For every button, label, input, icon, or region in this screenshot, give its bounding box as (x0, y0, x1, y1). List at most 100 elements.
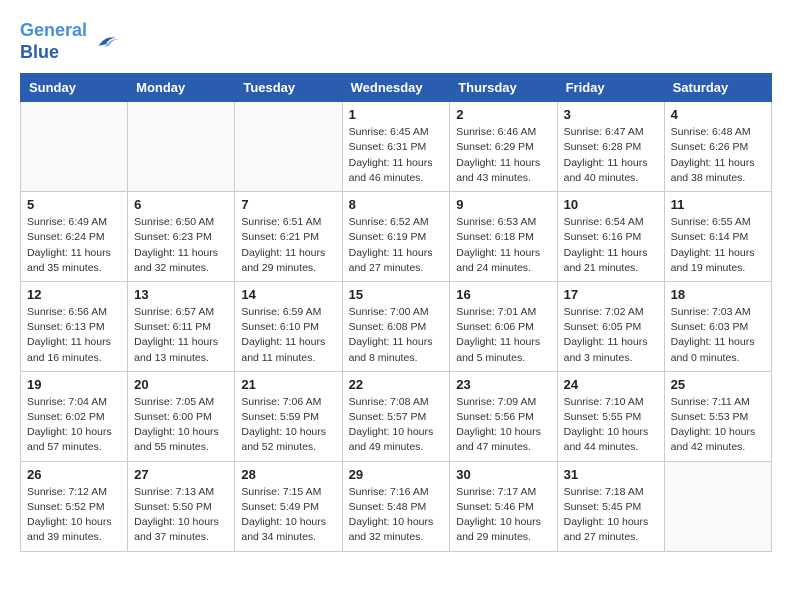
day-info: Sunrise: 6:48 AM Sunset: 6:26 PM Dayligh… (671, 125, 765, 186)
calendar-cell: 26 Sunrise: 7:12 AM Sunset: 5:52 PM Dayli… (21, 461, 128, 551)
calendar-cell: 12 Sunrise: 6:56 AM Sunset: 6:13 PM Dayli… (21, 281, 128, 371)
calendar-cell (128, 102, 235, 192)
calendar-cell: 20Sunrise: 7:05 AM Sunset: 6:00 PM Dayli… (128, 371, 235, 461)
calendar-cell: 27 Sunrise: 7:13 AM Sunset: 5:50 PM Dayli… (128, 461, 235, 551)
day-number: 5 (27, 197, 121, 212)
day-number: 14 (241, 287, 335, 302)
calendar-cell: 18 Sunrise: 7:03 AM Sunset: 6:03 PM Dayli… (664, 281, 771, 371)
day-info: Sunrise: 7:06 AM Sunset: 5:59 PM Dayligh… (241, 395, 335, 456)
day-number: 8 (349, 197, 444, 212)
day-number: 11 (671, 197, 765, 212)
weekday-header-thursday: Thursday (450, 74, 557, 102)
day-number: 3 (564, 107, 658, 122)
calendar-cell: 14 Sunrise: 6:59 AM Sunset: 6:10 PM Dayli… (235, 281, 342, 371)
day-number: 6 (134, 197, 228, 212)
day-number: 25 (671, 377, 765, 392)
weekday-header-tuesday: Tuesday (235, 74, 342, 102)
day-number: 31 (564, 467, 658, 482)
day-info: Sunrise: 6:57 AM Sunset: 6:11 PM Dayligh… (134, 305, 228, 366)
logo-icon (91, 27, 121, 57)
day-info: Sunrise: 7:17 AM Sunset: 5:46 PM Dayligh… (456, 485, 550, 546)
day-info: Sunrise: 6:54 AM Sunset: 6:16 PM Dayligh… (564, 215, 658, 276)
day-info: Sunrise: 6:50 AM Sunset: 6:23 PM Dayligh… (134, 215, 228, 276)
day-number: 22 (349, 377, 444, 392)
calendar-cell: 7 Sunrise: 6:51 AM Sunset: 6:21 PM Daylig… (235, 192, 342, 282)
calendar-cell: 13 Sunrise: 6:57 AM Sunset: 6:11 PM Dayli… (128, 281, 235, 371)
calendar-cell: 30 Sunrise: 7:17 AM Sunset: 5:46 PM Dayli… (450, 461, 557, 551)
calendar-cell: 19 Sunrise: 7:04 AM Sunset: 6:02 PM Dayli… (21, 371, 128, 461)
calendar-cell: 11 Sunrise: 6:55 AM Sunset: 6:14 PM Dayli… (664, 192, 771, 282)
day-info: Sunrise: 7:04 AM Sunset: 6:02 PM Dayligh… (27, 395, 121, 456)
weekday-header-monday: Monday (128, 74, 235, 102)
day-info: Sunrise: 7:12 AM Sunset: 5:52 PM Dayligh… (27, 485, 121, 546)
day-info: Sunrise: 6:47 AM Sunset: 6:28 PM Dayligh… (564, 125, 658, 186)
day-number: 26 (27, 467, 121, 482)
logo-text: GeneralBlue (20, 20, 87, 63)
day-number: 12 (27, 287, 121, 302)
calendar-cell: 29Sunrise: 7:16 AM Sunset: 5:48 PM Dayli… (342, 461, 450, 551)
day-info: Sunrise: 7:15 AM Sunset: 5:49 PM Dayligh… (241, 485, 335, 546)
calendar-cell (21, 102, 128, 192)
day-info: Sunrise: 7:02 AM Sunset: 6:05 PM Dayligh… (564, 305, 658, 366)
day-info: Sunrise: 6:59 AM Sunset: 6:10 PM Dayligh… (241, 305, 335, 366)
day-number: 13 (134, 287, 228, 302)
day-info: Sunrise: 7:09 AM Sunset: 5:56 PM Dayligh… (456, 395, 550, 456)
calendar-cell (235, 102, 342, 192)
day-info: Sunrise: 6:45 AM Sunset: 6:31 PM Dayligh… (349, 125, 444, 186)
day-info: Sunrise: 6:53 AM Sunset: 6:18 PM Dayligh… (456, 215, 550, 276)
day-info: Sunrise: 6:52 AM Sunset: 6:19 PM Dayligh… (349, 215, 444, 276)
day-number: 17 (564, 287, 658, 302)
day-number: 21 (241, 377, 335, 392)
day-info: Sunrise: 6:56 AM Sunset: 6:13 PM Dayligh… (27, 305, 121, 366)
day-info: Sunrise: 7:13 AM Sunset: 5:50 PM Dayligh… (134, 485, 228, 546)
calendar-week-row: 19 Sunrise: 7:04 AM Sunset: 6:02 PM Dayli… (21, 371, 772, 461)
day-number: 28 (241, 467, 335, 482)
calendar-week-row: 12 Sunrise: 6:56 AM Sunset: 6:13 PM Dayli… (21, 281, 772, 371)
day-info: Sunrise: 6:51 AM Sunset: 6:21 PM Dayligh… (241, 215, 335, 276)
calendar-cell: 8 Sunrise: 6:52 AM Sunset: 6:19 PM Daylig… (342, 192, 450, 282)
calendar-cell: 17 Sunrise: 7:02 AM Sunset: 6:05 PM Dayli… (557, 281, 664, 371)
calendar-cell: 2 Sunrise: 6:46 AM Sunset: 6:29 PM Daylig… (450, 102, 557, 192)
page-header: GeneralBlue (20, 20, 772, 63)
day-number: 16 (456, 287, 550, 302)
calendar-cell: 23 Sunrise: 7:09 AM Sunset: 5:56 PM Dayli… (450, 371, 557, 461)
weekday-header-wednesday: Wednesday (342, 74, 450, 102)
day-number: 9 (456, 197, 550, 212)
day-number: 24 (564, 377, 658, 392)
day-number: 20 (134, 377, 228, 392)
logo: GeneralBlue (20, 20, 121, 63)
calendar-cell: 16 Sunrise: 7:01 AM Sunset: 6:06 PM Dayli… (450, 281, 557, 371)
day-number: 7 (241, 197, 335, 212)
day-number: 2 (456, 107, 550, 122)
calendar-cell: 5 Sunrise: 6:49 AM Sunset: 6:24 PM Daylig… (21, 192, 128, 282)
day-info: Sunrise: 7:00 AM Sunset: 6:08 PM Dayligh… (349, 305, 444, 366)
day-info: Sunrise: 7:03 AM Sunset: 6:03 PM Dayligh… (671, 305, 765, 366)
day-number: 30 (456, 467, 550, 482)
day-info: Sunrise: 6:55 AM Sunset: 6:14 PM Dayligh… (671, 215, 765, 276)
day-info: Sunrise: 7:11 AM Sunset: 5:53 PM Dayligh… (671, 395, 765, 456)
calendar-cell: 1Sunrise: 6:45 AM Sunset: 6:31 PM Daylig… (342, 102, 450, 192)
day-number: 29 (349, 467, 444, 482)
calendar-cell: 28 Sunrise: 7:15 AM Sunset: 5:49 PM Dayli… (235, 461, 342, 551)
calendar-table: SundayMondayTuesdayWednesdayThursdayFrid… (20, 73, 772, 551)
calendar-cell: 24Sunrise: 7:10 AM Sunset: 5:55 PM Dayli… (557, 371, 664, 461)
calendar-cell: 22Sunrise: 7:08 AM Sunset: 5:57 PM Dayli… (342, 371, 450, 461)
calendar-cell: 4 Sunrise: 6:48 AM Sunset: 6:26 PM Daylig… (664, 102, 771, 192)
day-number: 19 (27, 377, 121, 392)
calendar-cell (664, 461, 771, 551)
day-number: 18 (671, 287, 765, 302)
day-number: 27 (134, 467, 228, 482)
weekday-header-saturday: Saturday (664, 74, 771, 102)
weekday-header-sunday: Sunday (21, 74, 128, 102)
calendar-week-row: 1Sunrise: 6:45 AM Sunset: 6:31 PM Daylig… (21, 102, 772, 192)
weekday-header-row: SundayMondayTuesdayWednesdayThursdayFrid… (21, 74, 772, 102)
calendar-cell: 10Sunrise: 6:54 AM Sunset: 6:16 PM Dayli… (557, 192, 664, 282)
day-info: Sunrise: 6:46 AM Sunset: 6:29 PM Dayligh… (456, 125, 550, 186)
weekday-header-friday: Friday (557, 74, 664, 102)
day-number: 23 (456, 377, 550, 392)
day-number: 4 (671, 107, 765, 122)
calendar-cell: 21 Sunrise: 7:06 AM Sunset: 5:59 PM Dayli… (235, 371, 342, 461)
day-info: Sunrise: 7:01 AM Sunset: 6:06 PM Dayligh… (456, 305, 550, 366)
day-info: Sunrise: 6:49 AM Sunset: 6:24 PM Dayligh… (27, 215, 121, 276)
calendar-cell: 31Sunrise: 7:18 AM Sunset: 5:45 PM Dayli… (557, 461, 664, 551)
